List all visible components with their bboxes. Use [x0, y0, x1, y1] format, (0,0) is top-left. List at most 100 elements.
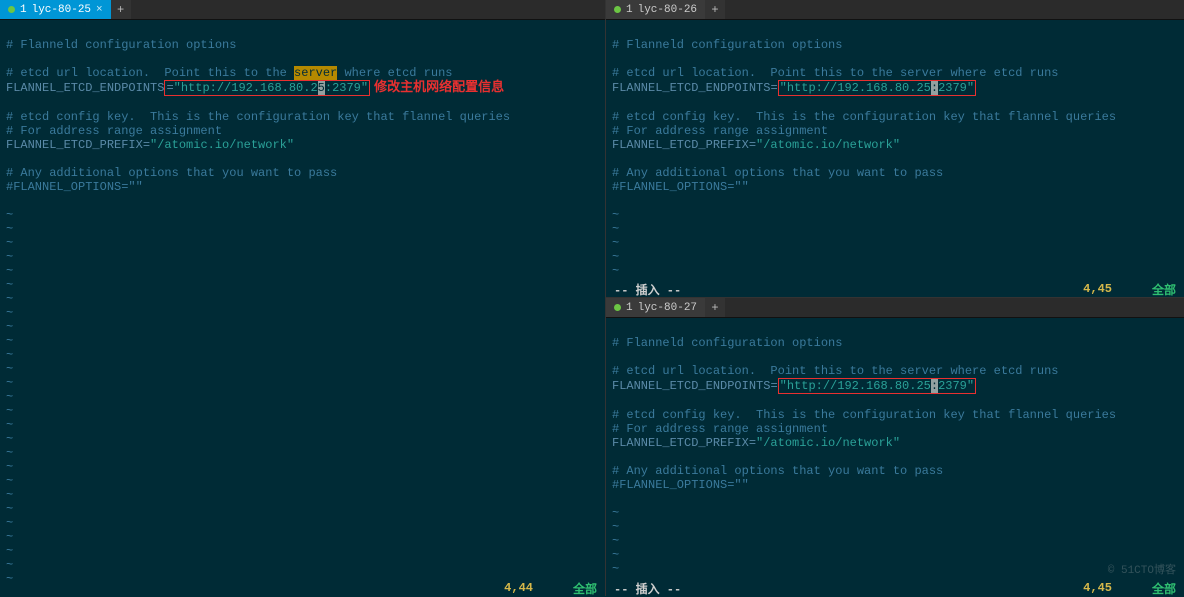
tab-lyc-80-26[interactable]: 1 lyc-80-26: [606, 0, 705, 19]
tilde-line: ~: [6, 390, 13, 404]
tilde-line: ~: [6, 236, 13, 250]
comment-line: # For address range assignment: [6, 124, 222, 138]
equals: =: [749, 436, 756, 450]
editor-tr[interactable]: # Flanneld configuration options # etcd …: [606, 20, 1184, 281]
comment-line: # etcd url location. Point this to the: [6, 66, 294, 80]
tab-number: 1: [626, 302, 633, 314]
status-dot-icon: [614, 304, 621, 311]
highlight-box: "http://192.168.80.25:2379": [778, 80, 976, 96]
statusbar-br: -- 插入 -- 4,45 全部: [606, 580, 1184, 596]
tilde-line: ~: [6, 516, 13, 530]
tab-number: 1: [626, 4, 633, 16]
tilde-line: ~: [612, 264, 619, 278]
tilde-line: ~: [6, 460, 13, 474]
tilde-line: ~: [6, 320, 13, 334]
comment-line: # For address range assignment: [612, 422, 828, 436]
annotation-text: 修改主机网络配置信息: [374, 79, 504, 94]
tilde-line: ~: [612, 576, 619, 580]
tilde-line: ~: [612, 208, 619, 222]
tilde-line: ~: [6, 362, 13, 376]
comment-line: # Any additional options that you want t…: [612, 166, 943, 180]
comment-line: # Flanneld configuration options: [612, 38, 842, 52]
tilde-line: ~: [6, 404, 13, 418]
comment-line: # For address range assignment: [612, 124, 828, 138]
config-key: FLANNEL_ETCD_PREFIX: [6, 138, 143, 152]
highlight-box: ="http://192.168.80.25:2379": [164, 80, 370, 96]
cursor-position: 4,45: [1083, 282, 1112, 296]
tabbar-left: 1 lyc-80-25 × +: [0, 0, 605, 20]
add-tab-button[interactable]: +: [705, 0, 725, 19]
comment-line: # Any additional options that you want t…: [6, 166, 337, 180]
comment-line: # etcd url location. Point this to the s…: [612, 364, 1058, 378]
comment-line: #FLANNEL_OPTIONS="": [612, 478, 749, 492]
editor-br[interactable]: # Flanneld configuration options # etcd …: [606, 318, 1184, 580]
config-value: "http://192.168.80.2: [174, 81, 318, 95]
comment-line: # etcd config key. This is the configura…: [612, 408, 1116, 422]
add-tab-button[interactable]: +: [705, 298, 725, 317]
config-key: FLANNEL_ETCD_PREFIX: [612, 436, 749, 450]
tilde-line: ~: [612, 562, 619, 576]
config-key: FLANNEL_ETCD_ENDPOINTS: [612, 81, 770, 95]
tilde-line: ~: [612, 278, 619, 281]
tilde-line: ~: [6, 376, 13, 390]
config-value: :2379": [325, 81, 368, 95]
comment-line: # Flanneld configuration options: [6, 38, 236, 52]
watermark: © 51CTO博客: [1108, 564, 1176, 578]
cursor-position: 4,45: [1083, 581, 1112, 595]
tilde-line: ~: [612, 534, 619, 548]
comment-line: where etcd runs: [337, 66, 452, 80]
equals: =: [166, 81, 173, 95]
tab-title: lyc-80-27: [638, 302, 697, 314]
config-value: 2379": [938, 379, 974, 393]
tab-title: lyc-80-26: [638, 4, 697, 16]
config-value: "/atomic.io/network": [150, 138, 294, 152]
tilde-line: ~: [612, 222, 619, 236]
config-value: 2379": [938, 81, 974, 95]
tilde-line: ~: [6, 264, 13, 278]
tilde-line: ~: [612, 250, 619, 264]
tilde-line: ~: [6, 222, 13, 236]
tilde-line: ~: [6, 208, 13, 222]
editor-left[interactable]: # Flanneld configuration options # etcd …: [0, 20, 605, 580]
tilde-line: ~: [612, 520, 619, 534]
comment-line: # etcd url location. Point this to the s…: [612, 66, 1058, 80]
cursor: :: [931, 379, 938, 393]
comment-line: # Flanneld configuration options: [612, 336, 842, 350]
comment-line: # Any additional options that you want t…: [612, 464, 943, 478]
pane-left: 1 lyc-80-25 × + # Flanneld configuration…: [0, 0, 606, 596]
close-icon[interactable]: ×: [96, 4, 103, 16]
cursor: :: [931, 81, 938, 95]
config-key: FLANNEL_ETCD_PREFIX: [612, 138, 749, 152]
config-value: "/atomic.io/network": [756, 436, 900, 450]
tabbar-tr: 1 lyc-80-26 +: [606, 0, 1184, 20]
tilde-line: ~: [6, 530, 13, 544]
pane-top-right: 1 lyc-80-26 + # Flanneld configuration o…: [606, 0, 1184, 298]
tab-title: lyc-80-25: [32, 4, 91, 16]
tilde-line: ~: [6, 250, 13, 264]
config-value: "/atomic.io/network": [756, 138, 900, 152]
tab-lyc-80-25[interactable]: 1 lyc-80-25 ×: [0, 0, 111, 19]
tilde-line: ~: [6, 348, 13, 362]
comment-line: #FLANNEL_OPTIONS="": [6, 180, 143, 194]
tab-lyc-80-27[interactable]: 1 lyc-80-27: [606, 298, 705, 317]
tilde-line: ~: [6, 488, 13, 502]
config-key: FLANNEL_ETCD_ENDPOINTS: [612, 379, 770, 393]
vim-mode: -- 插入 --: [614, 281, 681, 298]
highlight-box: "http://192.168.80.25:2379": [778, 378, 976, 394]
statusbar-left: 4,44 全部: [0, 580, 605, 596]
tilde-line: ~: [6, 432, 13, 446]
tilde-line: ~: [6, 418, 13, 432]
add-tab-button[interactable]: +: [111, 0, 131, 19]
tabbar-br: 1 lyc-80-27 +: [606, 298, 1184, 318]
tilde-line: ~: [612, 548, 619, 562]
scroll-indicator: 全部: [573, 580, 597, 597]
tilde-line: ~: [6, 474, 13, 488]
tilde-line: ~: [612, 236, 619, 250]
equals: =: [143, 138, 150, 152]
search-highlight: server: [294, 66, 337, 80]
config-value: "http://192.168.80.25: [780, 379, 931, 393]
cursor-position: 4,44: [504, 581, 533, 595]
tilde-line: ~: [612, 506, 619, 520]
equals: =: [770, 379, 777, 393]
pane-bottom-right: 1 lyc-80-27 + # Flanneld configuration o…: [606, 298, 1184, 596]
